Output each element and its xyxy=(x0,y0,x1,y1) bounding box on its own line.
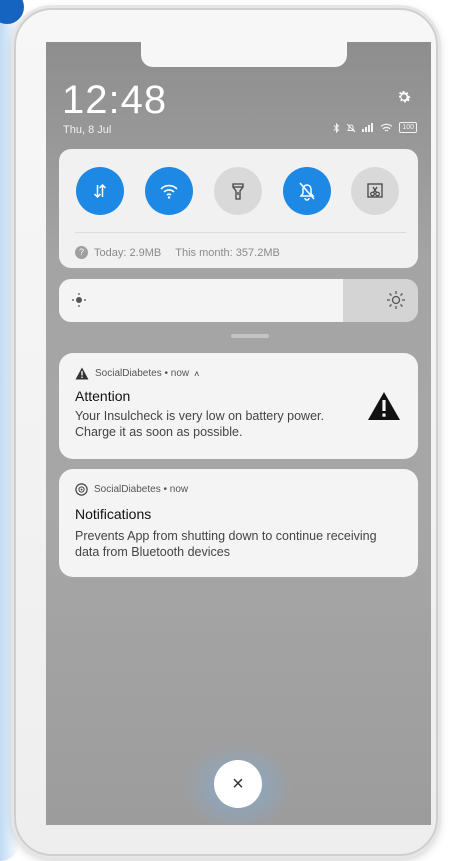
gear-icon[interactable] xyxy=(395,88,413,106)
wifi-icon xyxy=(160,184,178,199)
close-icon: × xyxy=(232,772,244,795)
clock: 12:48 xyxy=(62,78,168,122)
signal-icon xyxy=(362,123,374,132)
chevron-up-icon[interactable]: ˄ xyxy=(194,369,199,379)
warning-icon xyxy=(75,367,89,380)
bell-off-icon xyxy=(299,182,315,201)
data-usage-today: Today: 2.9MB xyxy=(94,246,162,259)
notification-header: SocialDiabetes • now xyxy=(75,483,188,496)
notification-body: Prevents App from shutting down to conti… xyxy=(75,529,377,559)
silent-mode-toggle[interactable] xyxy=(283,167,331,215)
bell-off-icon xyxy=(346,123,356,132)
quick-settings-divider xyxy=(75,232,406,233)
bluetooth-icon xyxy=(333,122,340,133)
status-icons: 100 xyxy=(333,122,417,133)
brightness-low-icon xyxy=(72,293,86,307)
shade-drag-handle[interactable] xyxy=(231,334,269,338)
brightness-slider[interactable] xyxy=(59,279,418,322)
data-usage-month: This month: 357.2MB xyxy=(175,246,280,259)
clear-notifications-button[interactable]: × xyxy=(214,760,262,808)
notification-title: Attention xyxy=(75,388,131,404)
battery-icon: 100 xyxy=(399,122,417,133)
data-arrows-icon xyxy=(93,183,107,199)
wifi-toggle[interactable] xyxy=(145,167,193,215)
data-usage-row[interactable]: ? Today: 2.9MB This month: 357.2MB xyxy=(75,246,280,259)
quick-settings-panel: ? Today: 2.9MB This month: 357.2MB xyxy=(59,149,418,268)
notification-meta: SocialDiabetes • now xyxy=(95,368,190,379)
notification-body: Your Insulcheck is very low on battery p… xyxy=(75,409,324,439)
flashlight-icon xyxy=(232,183,244,200)
brightness-high-icon xyxy=(387,291,405,309)
notification-shade: 12:48 Thu, 8 Jul 100 ? Today: 2.9MB This… xyxy=(46,42,431,825)
notification-title: Notifications xyxy=(75,506,152,522)
flashlight-toggle[interactable] xyxy=(214,167,262,215)
help-icon: ? xyxy=(75,246,88,259)
date: Thu, 8 Jul xyxy=(63,124,112,136)
screenshot-toggle[interactable] xyxy=(351,167,399,215)
app-logo-icon xyxy=(75,483,88,496)
corner-glow xyxy=(0,0,24,24)
screenshot-icon xyxy=(367,183,383,198)
wifi-icon xyxy=(380,123,393,131)
brightness-slider-fill xyxy=(59,279,343,322)
notification-meta: SocialDiabetes • now xyxy=(94,484,189,495)
notification-card[interactable]: SocialDiabetes • now Notifications Preve… xyxy=(59,469,418,577)
notification-card[interactable]: SocialDiabetes • now ˄ Attention Your In… xyxy=(59,353,418,459)
phone-notch xyxy=(141,42,347,67)
mobile-data-toggle[interactable] xyxy=(76,167,124,215)
notification-header: SocialDiabetes • now ˄ xyxy=(75,367,199,380)
warning-icon xyxy=(368,392,400,420)
